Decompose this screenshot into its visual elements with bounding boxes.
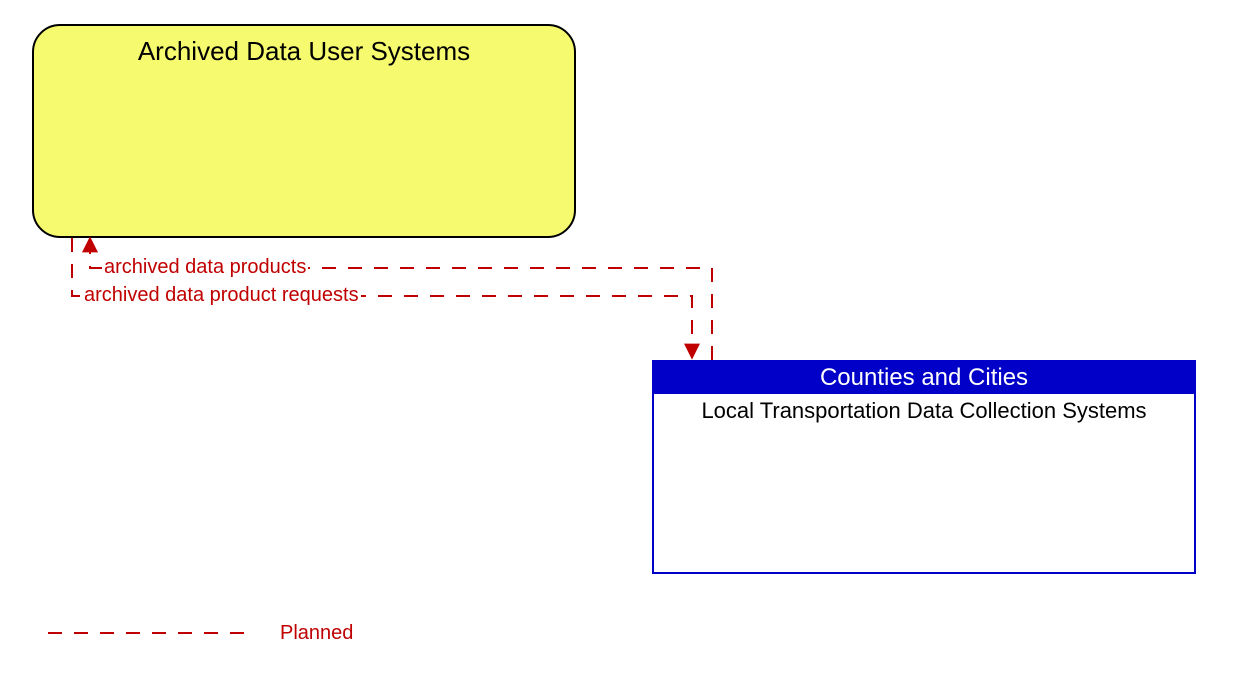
node-header: Counties and Cities bbox=[654, 362, 1194, 394]
legend-planned-label: Planned bbox=[280, 622, 353, 645]
node-archived-data-user-systems: Archived Data User Systems bbox=[32, 24, 576, 238]
flow-label-archived-data-product-requests: archived data product requests bbox=[82, 284, 361, 307]
diagram-canvas: Archived Data User Systems Counties and … bbox=[0, 0, 1252, 688]
node-title: Archived Data User Systems bbox=[34, 26, 574, 67]
node-body: Local Transportation Data Collection Sys… bbox=[654, 394, 1194, 424]
node-local-transportation: Counties and Cities Local Transportation… bbox=[652, 360, 1196, 574]
flow-label-archived-data-products: archived data products bbox=[102, 256, 308, 279]
